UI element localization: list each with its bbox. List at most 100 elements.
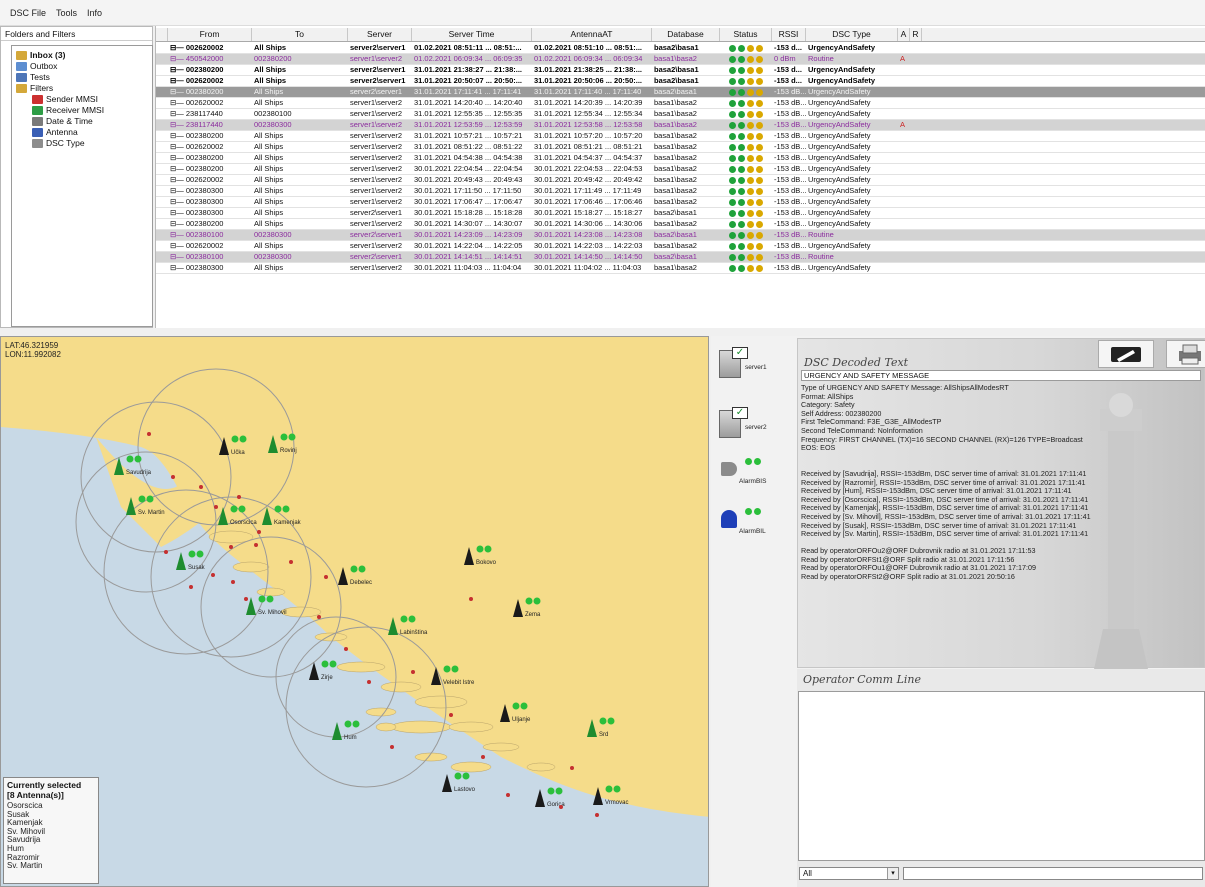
table-cell: All Ships — [254, 153, 284, 162]
status-dot-icon — [729, 55, 736, 63]
table-row[interactable]: ⊟— 002380200 All Ships server1\server2 31.0… — [156, 131, 1205, 142]
device-AlarmBIL[interactable]: AlarmBIL — [717, 506, 792, 544]
status-dot-icon — [756, 44, 763, 52]
tree-item[interactable]: Antenna — [32, 127, 78, 137]
status-dot-icon — [729, 66, 736, 74]
table-row[interactable]: ⊟— 002620002 All Ships server1\server2 30.0… — [156, 241, 1205, 252]
table-cell: ⊟— 002380300 — [170, 263, 224, 272]
column-header[interactable]: DSC Type — [806, 28, 898, 41]
status-dot-icon — [747, 220, 754, 228]
column-header[interactable]: A — [898, 28, 910, 41]
tag-icon — [32, 138, 43, 148]
table-cell: All Ships — [254, 76, 287, 85]
table-cell: UrgencyAndSafety — [808, 142, 871, 151]
tree-item[interactable]: DSC Type — [32, 138, 85, 148]
column-header[interactable]: To — [252, 28, 348, 41]
table-cell: 01.02.2021 08:51:10 ... 08:51:... — [534, 43, 642, 52]
table-row[interactable]: ⊟— 238117440 002380100 server1\server2 31.0… — [156, 109, 1205, 120]
city-dot — [449, 713, 453, 717]
table-cell: 31.01.2021 04:54:38 ... 04:54:38 — [414, 153, 523, 162]
column-header[interactable]: From — [168, 28, 252, 41]
table-cell: 30.01.2021 20:49:43 ... 20:49:43 — [414, 175, 523, 184]
clock-icon — [32, 116, 43, 126]
tree-item-label: Date & Time — [46, 116, 93, 126]
operator-comm-panel: Operator Comm Line All ▾ — [797, 669, 1205, 887]
tree-item[interactable]: Outbox — [16, 61, 57, 71]
device-server1[interactable]: ✓ server1 — [717, 346, 792, 384]
table-row[interactable]: ⊟— 002380100 002380300 server2\server1 30.0… — [156, 252, 1205, 263]
table-row[interactable]: ⊟— 002380300 All Ships server1\server2 30.0… — [156, 197, 1205, 208]
table-cell: 30.01.2021 14:23:08 ... 14:23:08 — [534, 230, 643, 239]
island — [256, 587, 286, 597]
table-row[interactable]: ⊟— 002380200 All Ships server1\server2 30.0… — [156, 219, 1205, 230]
printer-button[interactable] — [1166, 340, 1205, 368]
tree-item-label: Inbox (3) — [30, 50, 66, 60]
status-dot-icon — [738, 264, 745, 272]
status-dot-icon — [754, 458, 761, 465]
tree-item[interactable]: Date & Time — [32, 116, 93, 126]
city-dot — [254, 543, 258, 547]
table-cell: basa1\basa2 — [654, 120, 697, 129]
column-header[interactable]: AntennaAT — [532, 28, 652, 41]
operator-comm-log[interactable] — [798, 691, 1205, 861]
table-row[interactable]: ⊟— 002380200 All Ships server1\server2 30.0… — [156, 164, 1205, 175]
column-header[interactable]: Status — [720, 28, 772, 41]
city-dot — [506, 793, 510, 797]
table-cell: basa1\basa2 — [654, 153, 697, 162]
column-header[interactable]: RSSI — [772, 28, 806, 41]
operator-select[interactable]: All ▾ — [799, 867, 899, 880]
device-AlarmBIS[interactable]: AlarmBIS — [717, 456, 792, 494]
table-row[interactable]: ⊟— 002380200 All Ships server1\server2 31.0… — [156, 153, 1205, 164]
antenna-map[interactable]: Savudrija Učka Rovinj Sv. Martin Kamenjak Oso… — [0, 336, 709, 887]
column-header[interactable] — [156, 28, 168, 41]
tree-item[interactable]: Inbox (3) — [16, 50, 65, 60]
table-row[interactable]: ⊟— 002620002 All Ships server1\server2 30.0… — [156, 175, 1205, 186]
antenna-label: Uljanje — [512, 717, 531, 723]
table-cell: All Ships — [254, 87, 284, 96]
table-row[interactable]: ⊟— 002620002 All Ships server2\server1 01.0… — [156, 43, 1205, 54]
tree-item[interactable]: Sender MMSI — [32, 94, 98, 104]
decoded-headline: URGENCY AND SAFETY MESSAGE — [801, 370, 1201, 381]
device-server2[interactable]: ✓ server2 — [717, 406, 792, 444]
status-dot-icon — [747, 187, 754, 195]
table-cell: 002380300 — [254, 230, 292, 239]
table-row[interactable]: ⊟— 002380300 All Ships server1\server2 30.0… — [156, 186, 1205, 197]
status-dot-icon — [738, 99, 745, 107]
table-cell: basa1\basa2 — [654, 197, 697, 206]
operator-message-input[interactable] — [903, 867, 1203, 880]
table-row[interactable]: ⊟— 002380300 All Ships server1\server2 30.0… — [156, 263, 1205, 274]
antenna-label: Zema — [525, 612, 541, 618]
menu-dsc-file[interactable]: DSC File — [10, 8, 46, 18]
tree-item[interactable]: Receiver MMSI — [32, 105, 104, 115]
column-header[interactable]: R — [910, 28, 922, 41]
island — [336, 661, 386, 673]
island — [414, 695, 468, 709]
print-button[interactable] — [1098, 340, 1154, 368]
menu-tools[interactable]: Tools — [56, 8, 77, 18]
table-cell: UrgencyAndSafety — [808, 153, 871, 162]
table-cell: ⊟— 002620002 — [170, 175, 224, 184]
tree-item[interactable]: Tests — [16, 72, 50, 82]
tree-item[interactable]: Filters — [16, 83, 53, 93]
table-row[interactable]: ⊟— 002380200 All Ships server2\server1 31.0… — [156, 87, 1205, 98]
table-row[interactable]: ⊟— 002380100 002380300 server2\server1 30.0… — [156, 230, 1205, 241]
chevron-down-icon[interactable]: ▾ — [887, 868, 898, 879]
table-row[interactable]: ⊟— 002380200 All Ships server2\server1 31.0… — [156, 65, 1205, 76]
map-canvas[interactable]: Savudrija Učka Rovinj Sv. Martin Kamenjak Oso… — [1, 337, 709, 887]
table-cell: 0 dBm — [774, 54, 796, 63]
table-cell: 30.01.2021 14:30:07 ... 14:30:07 — [414, 219, 523, 228]
column-header[interactable]: Server — [348, 28, 412, 41]
server-icon: ✓ — [719, 407, 748, 438]
table-row[interactable]: ⊟— 002620002 All Ships server1\server2 31.0… — [156, 142, 1205, 153]
island — [482, 742, 520, 752]
menu-info[interactable]: Info — [87, 8, 102, 18]
table-row[interactable]: ⊟— 002620002 All Ships server2\server1 31.0… — [156, 76, 1205, 87]
coordinate-readout: LAT:46.321959 LON:11.992082 — [5, 341, 61, 359]
table-row[interactable]: ⊟— 002620002 All Ships server1\server2 31.0… — [156, 98, 1205, 109]
table-row[interactable]: ⊟— 002380300 All Ships server2\server1 30.0… — [156, 208, 1205, 219]
device-label: server2 — [745, 424, 767, 431]
table-row[interactable]: ⊟— 450542000 002380200 server1\server2 01.0… — [156, 54, 1205, 65]
column-header[interactable]: Database — [652, 28, 720, 41]
column-header[interactable]: Server Time — [412, 28, 532, 41]
table-row[interactable]: ⊟— 238117440 002380300 server1\server2 31.0… — [156, 120, 1205, 131]
